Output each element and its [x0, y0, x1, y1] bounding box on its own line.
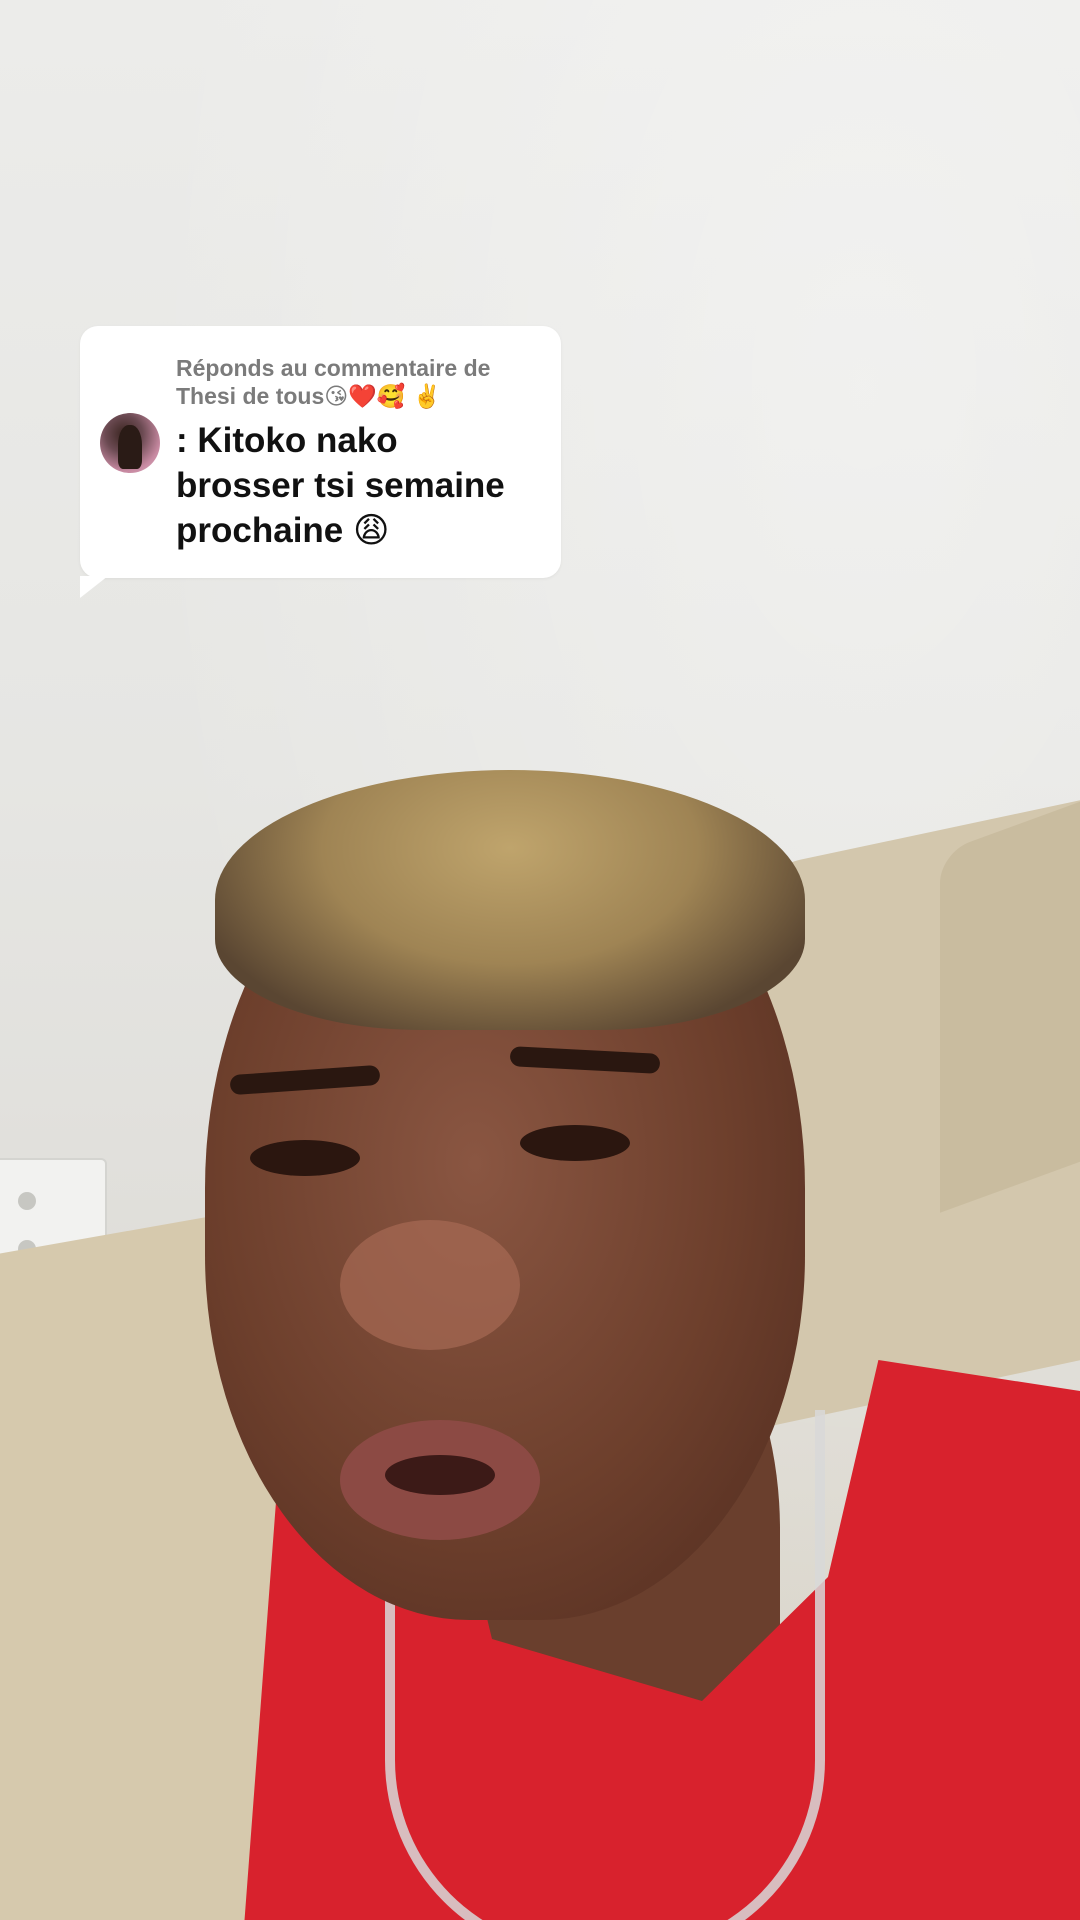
comment-line: prochaine 😩	[176, 508, 546, 554]
reply-header: Réponds au commentaire de Thesi de tous😘…	[176, 354, 546, 411]
reply-header-line1: Réponds au commentaire de	[176, 355, 491, 381]
comment-line: brosser tsi semaine	[176, 466, 505, 505]
sofa-cushion-right	[940, 787, 1080, 1213]
commenter-name-emojis: 😘❤️🥰 ✌️	[324, 384, 442, 410]
video-frame[interactable]	[0, 0, 1080, 1920]
weary-face-emoji: 😩	[353, 511, 390, 551]
comment-text: : Kitoko nako brosser tsi semaine procha…	[176, 418, 546, 554]
comment-line: : Kitoko nako	[176, 421, 398, 460]
commenter-avatar[interactable]	[100, 413, 160, 473]
mouth-opening	[385, 1455, 495, 1495]
reply-comment-card[interactable]: Réponds au commentaire de Thesi de tous😘…	[80, 326, 561, 598]
avatar-figure	[118, 425, 142, 469]
comment-line-text: prochaine	[176, 511, 344, 550]
outlet-hole	[18, 1192, 36, 1210]
nose	[340, 1220, 520, 1350]
commenter-name: Thesi de tous	[176, 383, 325, 409]
person-hair	[215, 770, 805, 1030]
reply-header-line2: Thesi de tous😘❤️🥰 ✌️	[176, 382, 546, 411]
eye-left	[250, 1140, 360, 1176]
speech-bubble-tail	[80, 576, 108, 598]
eye-right	[520, 1125, 630, 1161]
